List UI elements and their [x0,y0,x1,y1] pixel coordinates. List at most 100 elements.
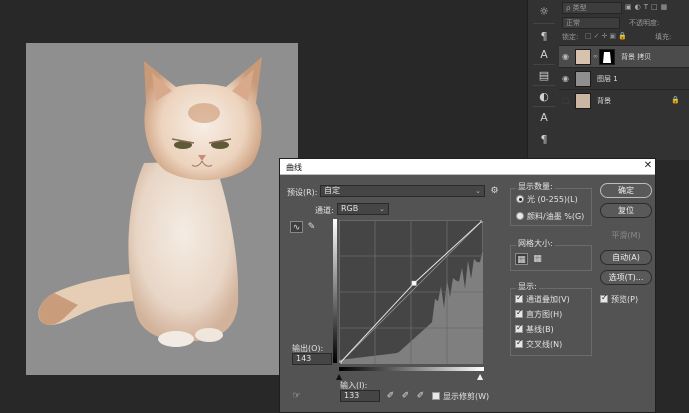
divider [533,64,555,65]
chevron-down-icon: ⌄ [475,187,481,195]
grid-size-title: 网格大小: [516,238,555,249]
black-eyedropper-icon[interactable]: ✐ [384,390,397,402]
layer-row-background-copy[interactable]: ◉ ∞ 背景 拷贝 [559,45,689,67]
layer-thumbnail [575,93,591,109]
layer-filter-placeholder: ρ 类型 [566,4,587,12]
channel-value: RGB [341,204,359,213]
blend-mode-value: 正常 [566,19,580,27]
panel-tool-strip: ☼ ¶ A ▤ ◐ A ¶ [527,0,559,160]
document-canvas[interactable] [26,43,298,375]
cat-image [38,57,262,347]
baseline-checkbox[interactable] [515,323,523,333]
layer-name: 背景 拷贝 [621,53,652,61]
divider [533,23,555,24]
output-field[interactable]: 143 [292,353,332,365]
curves-dialog: 曲线 ✕ 预设(R): 自定 ⌄ ⚙ 通道: RGB ⌄ ∿ ✎ ▲ ▲ 输出(… [279,158,656,413]
preset-options-gear-icon[interactable]: ⚙ [488,185,501,197]
layers-panel: ρ 类型 ▣ ◐ T □ ▦ 正常 不透明度: 锁定: □✓✛▣🔒 填充: ◉ … [559,0,689,160]
layer-thumbnail [575,49,591,65]
character-style-icon[interactable]: A [534,45,554,63]
preset-value: 自定 [324,186,340,195]
histogram-checkbox[interactable] [515,308,523,318]
show-clipping-label: 显示修剪(W) [443,392,490,401]
light-radio-label: 光 (0-255)(L) [527,195,578,204]
preset-select[interactable]: 自定 ⌄ [320,185,485,197]
intersection-line-label: 交叉线(N) [526,340,563,349]
channel-label: 通道: [315,206,334,215]
dialog-title: 曲线 [286,163,302,172]
smooth-button: 平滑(M) [600,228,652,243]
on-image-adjust-icon[interactable]: ☞ [290,390,303,402]
input-field[interactable]: 133 [340,390,380,402]
light-radio[interactable] [516,195,524,203]
dialog-titlebar[interactable]: 曲线 ✕ [280,159,655,175]
auto-button[interactable]: 自动(A) [600,250,652,265]
adjustment-filter-icon[interactable]: ◐ [635,3,641,13]
close-icon[interactable]: ✕ [642,160,654,173]
output-gradient-bar [333,219,337,363]
lightbulb-icon[interactable]: ☼ [534,2,554,20]
gray-eyedropper-icon[interactable]: ✐ [399,390,412,402]
type-filter-icon[interactable]: T [644,3,648,13]
blend-mode-select[interactable]: 正常 [562,17,620,29]
intersection-line-checkbox[interactable] [515,338,523,348]
channel-select[interactable]: RGB ⌄ [337,203,389,215]
histogram-label: 直方图(H) [526,310,563,319]
pencil-tool-icon[interactable]: ✎ [305,221,318,233]
preview-label: 预览(P) [611,295,639,304]
fill-label: 填充: [655,33,672,41]
layer-filter-input[interactable]: ρ 类型 [562,2,622,14]
smart-filter-icon[interactable]: ▦ [661,3,668,13]
curve-control-point[interactable] [339,361,342,364]
chevron-down-icon: ⌄ [379,205,385,213]
shape-filter-icon[interactable]: □ [651,3,658,13]
pigment-radio[interactable] [516,212,524,220]
options-button[interactable]: 选项(T)... [600,270,652,285]
eye-icon[interactable]: ◉ [562,74,572,84]
eye-icon[interactable]: ◉ [562,52,572,62]
layer-row-layer-1[interactable]: ◉ 图层 1 [559,67,689,89]
layer-filter-icons: ▣ ◐ T □ ▦ [625,3,687,13]
input-value: 133 [344,391,360,400]
curve-graph[interactable] [339,220,483,364]
preview-checkbox[interactable] [600,293,608,303]
pigment-radio-label: 颜料/油墨 %(G) [527,212,585,221]
show-clipping-checkbox[interactable] [432,392,440,400]
paragraph-style-icon[interactable]: ¶ [534,27,554,45]
display-title: 显示: [516,281,539,292]
character-icon[interactable]: A [534,108,554,126]
layer-name: 图层 1 [597,75,618,83]
opacity-label: 不透明度: [629,19,660,27]
layer-comps-icon[interactable]: ▤ [534,66,554,84]
baseline-label: 基线(B) [526,325,554,334]
link-icon[interactable]: ∞ [593,53,598,60]
layer-mask-thumbnail[interactable] [599,49,615,65]
show-amount-title: 显示数量: [516,181,555,192]
white-point-slider[interactable]: ▲ [477,372,483,381]
lock-icon: 🔒 [671,96,680,104]
adjustments-icon[interactable]: ◐ [534,87,554,105]
divider [533,106,555,107]
lock-icons[interactable]: □✓✛▣🔒 [585,32,629,40]
divider [533,85,555,86]
simple-grid-icon[interactable]: ▦ [515,253,528,265]
input-gradient-bar [339,367,484,371]
white-eyedropper-icon[interactable]: ✐ [414,390,427,402]
layer-row-background[interactable]: □ 背景 🔒 [559,89,689,111]
channel-overlay-checkbox[interactable] [515,293,523,303]
detailed-grid-icon[interactable]: ▦ [531,253,544,265]
curve-point-tool-icon[interactable]: ∿ [290,221,303,233]
curve-control-point[interactable] [480,220,483,223]
layer-name: 背景 [597,97,611,105]
curve-control-point[interactable] [411,280,417,286]
paragraph-icon[interactable]: ¶ [534,130,554,148]
preset-label: 预设(R): [287,188,318,197]
channel-overlay-label: 通道叠加(V) [526,295,570,304]
image-filter-icon[interactable]: ▣ [625,3,632,13]
ok-button[interactable]: 确定 [600,183,652,198]
eye-off-icon[interactable]: □ [562,96,572,106]
lock-label: 锁定: [562,33,579,41]
layer-thumbnail [575,71,591,87]
reset-button[interactable]: 复位 [600,203,652,218]
output-value: 143 [296,354,312,363]
